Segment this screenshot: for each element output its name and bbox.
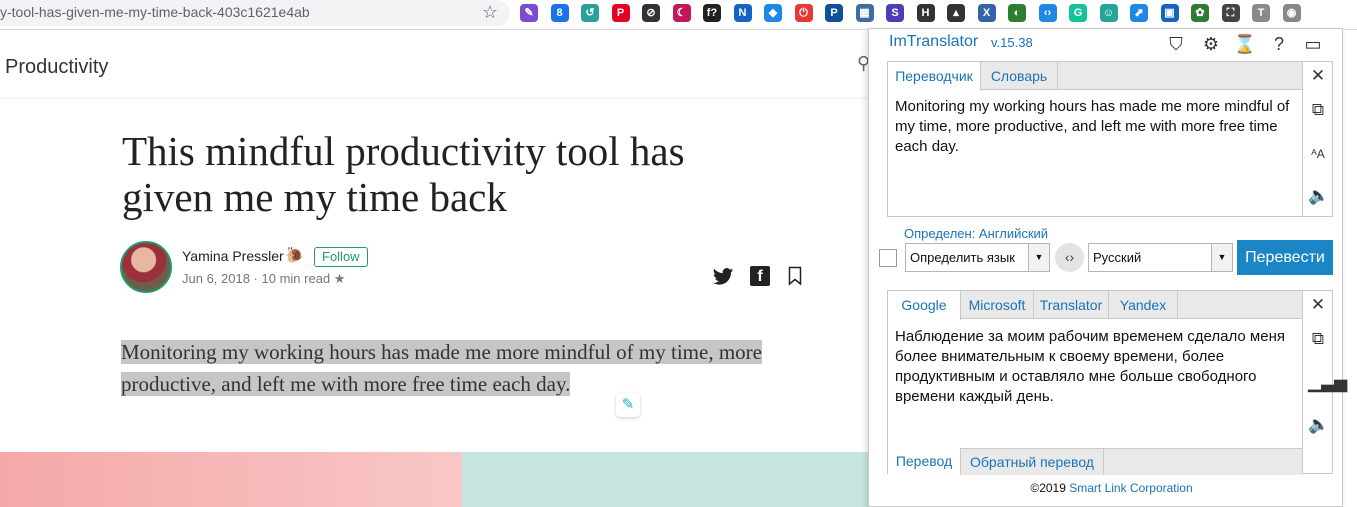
browser-toolbar: y-tool-has-given-me-my-time-back-403c162… (0, 0, 1357, 30)
extension-24-icon[interactable]: ⛶ (1221, 4, 1240, 22)
source-text[interactable]: Monitoring my working hours has made me … (895, 97, 1297, 157)
translator-version: v.15.38 (991, 35, 1033, 50)
tab-dictionary[interactable]: Словарь (981, 62, 1058, 90)
copy-icon[interactable]: ⧉ (1308, 100, 1328, 120)
font-size-icon[interactable]: ᴬA (1308, 144, 1328, 164)
extension-16-icon[interactable]: X (977, 4, 996, 22)
swap-languages-icon[interactable]: ‹› (1055, 243, 1084, 272)
facebook-icon[interactable]: f (750, 266, 770, 286)
chevron-down-icon[interactable]: ▼ (1211, 244, 1232, 271)
site-header: Productivity ⚲ (0, 31, 870, 97)
selected-text[interactable]: Monitoring my working hours has made me … (121, 340, 762, 396)
detected-language: Определен: Английский (904, 226, 1049, 241)
tab-yandex[interactable]: Yandex (1109, 291, 1178, 319)
speaker-icon[interactable]: 🔈 (1308, 415, 1329, 435)
snail-emoji: 🐌 (285, 247, 304, 264)
extension-12-icon[interactable]: ▦ (855, 4, 874, 22)
address-bar[interactable]: y-tool-has-given-me-my-time-back-403c162… (0, 0, 510, 26)
extension-22-icon[interactable]: ▣ (1160, 4, 1179, 22)
hero-image-right (462, 452, 870, 507)
help-icon[interactable]: ? (1267, 32, 1291, 56)
close-icon[interactable]: ✕ (1308, 66, 1328, 86)
history-icon[interactable]: ⌛ (1233, 32, 1257, 56)
fonts-extension-icon[interactable]: f? (703, 4, 721, 22)
copy-icon[interactable]: ⧉ (1308, 329, 1328, 349)
extension-8-icon[interactable]: N (733, 4, 752, 22)
highlight-pen-icon[interactable]: ✎ (616, 393, 640, 417)
translate-button[interactable]: Перевести (1237, 240, 1333, 275)
bookmark-icon[interactable] (788, 266, 802, 286)
extension-14-icon[interactable]: H (916, 4, 935, 22)
extension-5-icon[interactable]: ⊘ (642, 4, 660, 22)
pinterest-extension-icon[interactable]: P (611, 4, 630, 22)
map-icon[interactable]: ⛉ (1164, 32, 1188, 56)
imtranslator-extension-icon[interactable]: ◉ (1282, 4, 1301, 22)
translator-brand: ImTranslator (889, 33, 979, 50)
url-text[interactable]: y-tool-has-given-me-my-time-back-403c162… (0, 4, 310, 20)
extension-17-icon[interactable]: ◐ (1008, 4, 1026, 22)
engine-tabs: Google Microsoft Translator Yandex (888, 291, 1302, 320)
result-text[interactable]: Наблюдение за моим рабочим временем сдел… (895, 327, 1297, 407)
result-box: Google Microsoft Translator Yandex Наблю… (887, 290, 1303, 475)
extension-21-icon[interactable]: ⬈ (1130, 4, 1148, 22)
tab-translator-engine[interactable]: Translator (1034, 291, 1109, 319)
section-title[interactable]: Productivity (5, 56, 108, 79)
result-mode-tabs: Перевод Обратный перевод (888, 448, 1302, 475)
star-icon[interactable]: ☆ (482, 2, 498, 23)
extension-25-icon[interactable]: T (1252, 4, 1270, 22)
bar-chart-icon[interactable]: ▁▃▅ (1308, 373, 1347, 393)
author-name[interactable]: Yamina Pressler (182, 248, 284, 264)
source-tabs: Переводчик Словарь (888, 62, 1302, 91)
tab-translation[interactable]: Перевод (888, 448, 961, 475)
grammarly-extension-icon[interactable]: G (1069, 4, 1087, 22)
hero-image-left (0, 452, 462, 507)
extension-18-icon[interactable]: ‹› (1038, 4, 1057, 22)
target-language-select[interactable]: Русский ▼ (1088, 243, 1233, 272)
source-tools: ✕ ⧉ ᴬA 🔈 (1303, 61, 1333, 217)
extension-10-icon[interactable]: ⏻ (794, 4, 813, 22)
copyright-year: ©2019 (1030, 481, 1066, 495)
screen-icon[interactable]: ▭ (1301, 32, 1325, 56)
extension-13-icon[interactable]: S (886, 4, 904, 22)
extension-3-icon[interactable]: ↺ (581, 4, 599, 22)
tab-translator[interactable]: Переводчик (888, 62, 981, 91)
translator-panel: ImTranslator v.15.38 ⛉ ⚙ ⌛ ? ▭ Переводчи… (868, 28, 1347, 507)
source-language-value: Определить язык (910, 250, 1015, 265)
settings-icon[interactable]: ⚙ (1199, 32, 1223, 56)
source-language-select[interactable]: Определить язык ▼ (905, 243, 1050, 272)
follow-button[interactable]: Follow (314, 247, 368, 267)
chevron-down-icon[interactable]: ▼ (1028, 244, 1049, 271)
source-box: Переводчик Словарь Monitoring my working… (887, 61, 1303, 217)
extension-23-icon[interactable]: ✿ (1191, 4, 1209, 22)
copyright: ©2019 Smart Link Corporation (869, 481, 1354, 495)
extension-6-icon[interactable]: ☾ (672, 4, 691, 22)
screen: y-tool-has-given-me-my-time-back-403c162… (0, 0, 1357, 507)
article-meta: Jun 6, 2018 · 10 min read ★ (182, 271, 346, 286)
close-icon[interactable]: ✕ (1308, 295, 1328, 315)
article-paragraph: Monitoring my working hours has made me … (121, 336, 801, 400)
tab-back-translation[interactable]: Обратный перевод (961, 449, 1104, 475)
extension-9-icon[interactable]: ◆ (764, 4, 782, 22)
tab-microsoft[interactable]: Microsoft (961, 291, 1034, 319)
extension-20-icon[interactable]: ☺ (1099, 4, 1118, 22)
twitter-icon[interactable] (712, 266, 734, 288)
extension-2-icon[interactable]: 8 (550, 4, 569, 22)
feather-extension-icon[interactable]: ✎ (520, 4, 538, 22)
auto-translate-checkbox[interactable] (879, 249, 897, 267)
tab-google[interactable]: Google (888, 291, 961, 320)
result-tools: ✕ ⧉ ▁▃▅ 🔈 (1303, 290, 1347, 474)
avatar[interactable] (120, 241, 172, 293)
extension-11-icon[interactable]: P (825, 4, 843, 22)
target-language-value: Русский (1093, 250, 1142, 265)
article-title: This mindful productivity tool has given… (122, 128, 685, 220)
extension-15-icon[interactable]: ▴ (947, 4, 965, 22)
company-link[interactable]: Smart Link Corporation (1069, 481, 1192, 495)
speaker-icon[interactable]: 🔈 (1308, 186, 1329, 206)
